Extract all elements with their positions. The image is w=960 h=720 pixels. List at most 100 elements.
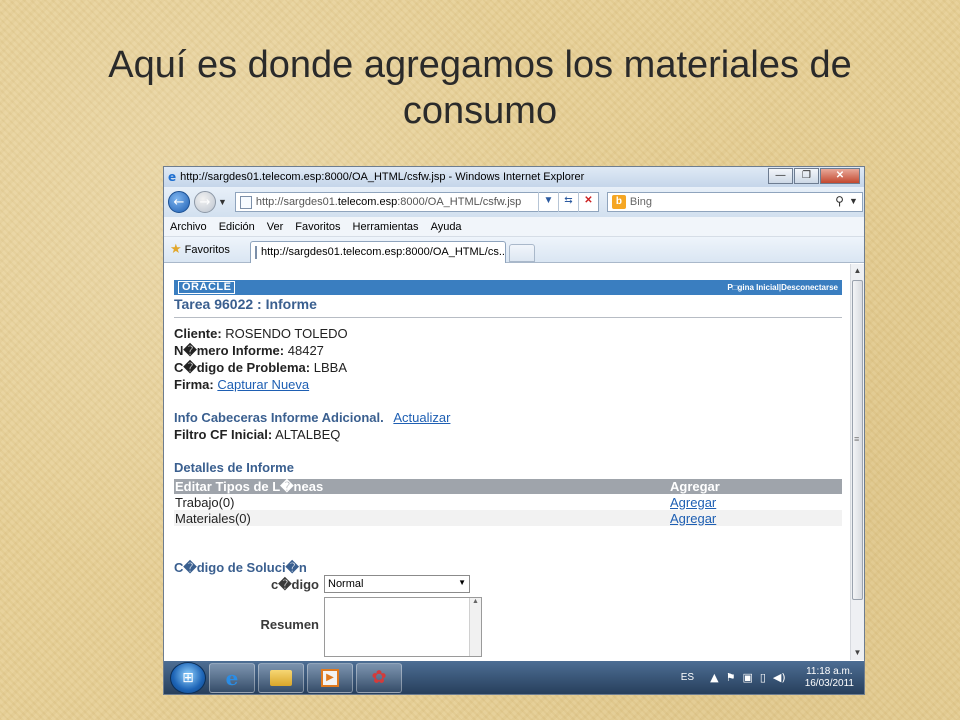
search-icon[interactable]: ⚲ <box>835 194 844 208</box>
address-bar-row: ← → ▼ http://sargdes01. telecom.esp:8000/… <box>164 187 864 217</box>
page-icon <box>239 195 252 209</box>
taskbar-messenger-button[interactable]: ✿ <box>356 662 402 693</box>
address-dropdown-icon[interactable]: ▼ <box>537 192 558 212</box>
taskbar: ⊞ e ▶ ✿ ES ▲ ⚑ ▣ ▯ ◀) 11:18 a.m. 16/03/2… <box>164 661 864 694</box>
capture-signature-link[interactable]: Capturar Nueva <box>217 377 309 392</box>
scroll-grip-icon: ≡ <box>854 434 860 444</box>
signature-label: Firma: <box>174 377 214 392</box>
oracle-logo: ORACLE <box>178 281 236 294</box>
back-button[interactable]: ← <box>168 191 190 213</box>
tab-active[interactable]: http://sargdes01.telecom.esp:8000/OA_HTM… <box>250 240 506 263</box>
client-label: Cliente: <box>174 326 222 341</box>
show-hidden-icons-icon[interactable]: ▲ <box>710 671 718 684</box>
url-prefix: http://sargdes01. <box>255 196 338 208</box>
summary-textarea[interactable]: ▲ <box>324 597 482 657</box>
slide-title-line1: Aquí es donde agregamos los materiales d… <box>108 44 852 86</box>
client-field: Cliente: ROSENDO TOLEDO <box>174 326 348 341</box>
menu-herramientas[interactable]: Herramientas <box>347 221 425 233</box>
favorites-label: Favoritos <box>184 243 230 256</box>
solution-header: C�digo de Soluci�n <box>174 560 307 575</box>
report-field: N�mero Informe: 48427 <box>174 343 324 359</box>
folder-icon <box>270 669 292 686</box>
filter-field: Filtro CF Inicial: ALTALBEQ <box>174 427 340 442</box>
scroll-down-icon[interactable]: ▼ <box>851 646 864 660</box>
menu-ayuda[interactable]: Ayuda <box>425 221 468 233</box>
url-rest: :8000/OA_HTML/csfw.jsp <box>397 196 522 208</box>
forward-button[interactable]: → <box>194 191 216 213</box>
client-value: ROSENDO TOLEDO <box>225 326 348 341</box>
update-link[interactable]: Actualizar <box>393 410 450 425</box>
media-player-icon: ▶ <box>321 668 339 687</box>
col-header-add: Agregar <box>670 479 720 494</box>
favorites-button[interactable]: ★ Favoritos <box>164 242 250 257</box>
volume-icon[interactable]: ◀) <box>773 671 786 684</box>
signature-field: Firma: Capturar Nueva <box>174 377 309 392</box>
menu-bar: Archivo Edición Ver Favoritos Herramient… <box>164 217 864 237</box>
tab-page-icon <box>255 245 257 259</box>
filter-value: ALTALBEQ <box>275 427 341 442</box>
menu-archivo[interactable]: Archivo <box>164 221 213 233</box>
oracle-header-bar: ORACLE P□gina Inicial|Desconectarse <box>174 280 842 295</box>
page-title: Tarea 96022 : Informe <box>174 296 317 312</box>
slide-title-line2: consumo <box>402 90 558 132</box>
report-label: N�mero Informe: <box>174 343 285 358</box>
add-trabajo-link[interactable]: Agregar <box>670 495 716 510</box>
history-dropdown-icon[interactable]: ▼ <box>218 197 227 207</box>
code-selected: Normal <box>328 578 364 590</box>
problem-label: C�digo de Problema: <box>174 360 311 375</box>
bing-icon: b <box>611 195 626 209</box>
table-header: Editar Tipos de L�neas Agregar <box>174 479 842 494</box>
menu-ver[interactable]: Ver <box>261 221 290 233</box>
search-dropdown-icon[interactable]: ▼ <box>849 196 858 206</box>
flag-icon[interactable]: ⚑ <box>726 671 736 684</box>
taskbar-media-button[interactable]: ▶ <box>307 662 353 693</box>
new-tab-button[interactable] <box>509 243 535 262</box>
tab-label: http://sargdes01.telecom.esp:8000/OA_HTM… <box>261 246 506 258</box>
code-label: c�digo <box>271 577 319 592</box>
battery-icon[interactable]: ▯ <box>760 671 766 684</box>
clock-date: 16/03/2011 <box>804 677 854 689</box>
taskbar-explorer-button[interactable] <box>258 662 304 693</box>
address-input[interactable]: http://sargdes01. telecom.esp:8000/OA_HTM… <box>234 192 599 212</box>
stop-icon[interactable]: ✕ <box>577 192 598 212</box>
divider <box>174 317 842 318</box>
problem-value: LBBA <box>313 360 347 375</box>
window-titlebar: e http://sargdes01.telecom.esp:8000/OA_H… <box>164 167 864 187</box>
ie-icon: e <box>168 170 177 184</box>
textarea-scrollbar[interactable]: ▲ <box>469 598 481 656</box>
messenger-icon: ✿ <box>371 667 387 688</box>
system-tray: ES ▲ ⚑ ▣ ▯ ◀) 11:18 a.m. 16/03/2011 <box>681 661 854 694</box>
refresh-icon[interactable]: ⇆ <box>557 192 578 212</box>
page-scrollbar[interactable]: ▲ ≡ ▼ <box>850 264 864 660</box>
home-logout-links[interactable]: P□gina Inicial|Desconectarse <box>727 283 838 292</box>
line-types-table: Editar Tipos de L�neas Agregar Trabajo(0… <box>174 479 842 526</box>
clock[interactable]: 11:18 a.m. 16/03/2011 <box>805 666 854 690</box>
search-input[interactable]: b Bing ⚲ ▼ <box>606 192 863 212</box>
clock-time: 11:18 a.m. <box>806 665 853 677</box>
add-materiales-link[interactable]: Agregar <box>670 511 716 526</box>
browser-window: e http://sargdes01.telecom.esp:8000/OA_H… <box>163 166 865 695</box>
close-button[interactable]: ✕ <box>820 168 860 184</box>
page-content: ORACLE P□gina Inicial|Desconectarse Tare… <box>164 264 850 660</box>
chevron-down-icon: ▼ <box>458 578 466 587</box>
code-select[interactable]: Normal ▼ <box>324 575 470 593</box>
info-header: Info Cabeceras Informe Adicional. Actual… <box>174 410 450 425</box>
info-header-label: Info Cabeceras Informe Adicional. <box>174 410 384 425</box>
menu-edicion[interactable]: Edición <box>213 221 261 233</box>
table-row: Trabajo(0) Agregar <box>174 494 842 510</box>
taskbar-ie-button[interactable]: e <box>209 662 255 693</box>
col-header-type: Editar Tipos de L�neas <box>175 478 324 494</box>
menu-favoritos[interactable]: Favoritos <box>289 221 346 233</box>
search-placeholder: Bing <box>629 196 652 208</box>
table-row: Materiales(0) Agregar <box>174 510 842 526</box>
network-icon[interactable]: ▣ <box>742 671 752 684</box>
start-button[interactable]: ⊞ <box>170 661 206 694</box>
language-indicator[interactable]: ES <box>681 672 694 683</box>
row-type: Materiales(0) <box>175 510 251 526</box>
scroll-up-icon[interactable]: ▲ <box>851 264 864 278</box>
restore-button[interactable]: ❐ <box>794 168 819 184</box>
favorites-bar: ★ Favoritos http://sargdes01.telecom.esp… <box>164 237 864 263</box>
row-type: Trabajo(0) <box>175 494 235 510</box>
problem-field: C�digo de Problema: LBBA <box>174 360 347 376</box>
minimize-button[interactable]: — <box>768 168 793 184</box>
